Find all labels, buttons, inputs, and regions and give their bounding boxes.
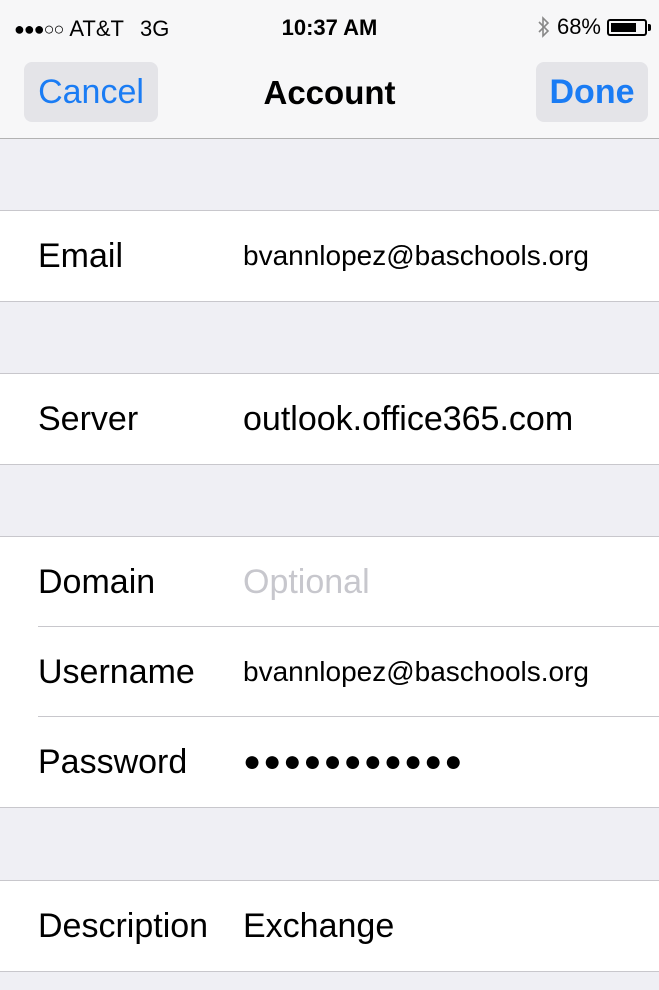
nav-bar: Cancel Account Done (0, 56, 659, 130)
server-field[interactable]: outlook.office365.com (243, 374, 573, 464)
top-bar: ●●●○○ AT&T 3G 10:37 AM 68% Cancel Accoun… (0, 0, 659, 139)
email-field[interactable]: bvannlopez@baschools.org (243, 211, 589, 301)
email-label: Email (38, 237, 124, 275)
domain-field[interactable]: Optional (243, 537, 370, 627)
password-row[interactable]: Password ●●●●●●●●●●● (0, 717, 659, 808)
server-label: Server (38, 400, 139, 438)
username-label: Username (38, 653, 195, 691)
battery-percent: 68% (556, 14, 601, 39)
domain-label: Domain (38, 563, 156, 601)
email-row[interactable]: Email bvannlopez@baschools.org (0, 210, 659, 302)
username-field[interactable]: bvannlopez@baschools.org (243, 627, 589, 717)
password-field[interactable]: ●●●●●●●●●●● (243, 717, 464, 807)
status-right: 68% (537, 14, 651, 40)
server-row[interactable]: Server outlook.office365.com (0, 373, 659, 465)
description-label: Description (38, 907, 209, 945)
description-field[interactable]: Exchange (243, 881, 394, 971)
done-button[interactable]: Done (536, 62, 648, 122)
description-row[interactable]: Description Exchange (0, 880, 659, 972)
bluetooth-icon (537, 16, 551, 38)
battery-icon (607, 18, 651, 36)
username-row[interactable]: Username bvannlopez@baschools.org (0, 627, 659, 717)
status-bar: ●●●○○ AT&T 3G 10:37 AM 68% (0, 0, 659, 56)
domain-row[interactable]: Domain Optional (0, 536, 659, 627)
password-label: Password (38, 743, 188, 781)
